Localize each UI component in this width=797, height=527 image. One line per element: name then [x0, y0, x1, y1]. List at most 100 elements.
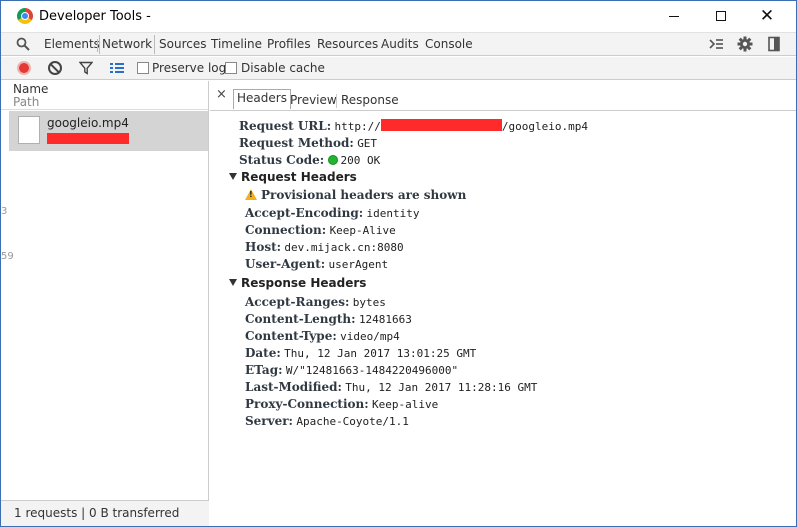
header-row: Last-Modified: Thu, 12 Jan 2017 11:28:16…	[245, 380, 537, 394]
detail-tab-bar: × Headers Preview Response	[210, 81, 796, 111]
large-rows-icon[interactable]	[109, 61, 125, 75]
tab-preview[interactable]: Preview	[290, 93, 337, 107]
section-title: Request Headers	[241, 170, 357, 184]
tab-divider	[97, 39, 98, 52]
url-prefix: http://	[334, 120, 381, 133]
network-toolbar: Preserve log Disable cache	[1, 57, 796, 80]
response-headers-section[interactable]: Response Headers	[229, 276, 366, 290]
tab-headers[interactable]: Headers	[233, 89, 291, 109]
redacted-path	[47, 133, 129, 144]
status-code-row: Status Code: 200 OK	[239, 153, 380, 167]
header-row: Server: Apache-Coyote/1.1	[245, 414, 409, 428]
warning-icon	[245, 189, 257, 200]
gear-icon[interactable]	[737, 36, 753, 52]
header-key: ETag:	[245, 363, 283, 377]
header-value: userAgent	[328, 258, 389, 271]
tab-audits[interactable]: Audits	[381, 37, 419, 51]
chrome-logo-icon	[17, 8, 33, 24]
redacted-host	[380, 119, 502, 131]
tab-sources[interactable]: Sources	[159, 37, 206, 51]
header-key: Connection:	[245, 223, 327, 237]
tab-elements[interactable]: Elements	[44, 37, 100, 51]
request-method-row: Request Method: GET	[239, 136, 377, 150]
header-value: GET	[357, 137, 378, 150]
dock-icon[interactable]	[766, 36, 782, 52]
expand-triangle-icon	[229, 173, 237, 180]
disable-cache-label: Disable cache	[241, 61, 325, 75]
request-list: Name Path googleio.mp4 3 59	[1, 81, 209, 500]
request-url-row: Request URL: http:// /googleio.mp4	[239, 119, 588, 133]
transfer-summary: 1 requests | 0 B transferred	[14, 506, 180, 520]
panel-tab-bar: Elements Network Sources Timeline Profil…	[1, 32, 796, 56]
header-value: Apache-Coyote/1.1	[296, 415, 409, 428]
header-row: Proxy-Connection: Keep-alive	[245, 397, 438, 411]
section-title: Response Headers	[241, 276, 367, 290]
header-key: Status Code:	[239, 153, 325, 167]
drawer-toggle-icon[interactable]	[708, 36, 724, 52]
tab-console[interactable]: Console	[425, 37, 473, 51]
minimize-icon	[669, 15, 679, 17]
header-row: ETag: W/"12481663-1484220496000"	[245, 363, 458, 377]
table-row[interactable]: googleio.mp4	[9, 111, 208, 151]
header-row: Host: dev.mijack.cn:8080	[245, 240, 404, 254]
tab-response[interactable]: Response	[341, 93, 399, 107]
gutter-number: 59	[1, 251, 14, 262]
clear-button[interactable]	[48, 61, 62, 75]
header-row: Accept-Ranges: bytes	[245, 295, 386, 309]
title-bar: Developer Tools - ✕	[1, 1, 796, 32]
header-key: Request URL:	[239, 119, 332, 133]
maximize-button[interactable]	[698, 1, 744, 31]
header-value: Keep-alive	[372, 398, 439, 411]
header-value: Thu, 12 Jan 2017 13:01:25 GMT	[284, 347, 477, 360]
header-value: Thu, 12 Jan 2017 11:28:16 GMT	[345, 381, 538, 394]
search-icon[interactable]	[16, 37, 30, 51]
request-headers-section[interactable]: Request Headers	[229, 170, 357, 184]
filter-icon[interactable]	[79, 61, 93, 75]
header-key: Date:	[245, 346, 281, 360]
warning-text: Provisional headers are shown	[261, 188, 467, 202]
header-row: Content-Type: video/mp4	[245, 329, 400, 343]
file-icon	[18, 116, 40, 144]
devtools-window: Developer Tools - ✕ Elements Network Sou…	[0, 0, 797, 527]
close-icon: ✕	[759, 6, 775, 26]
header-key: Accept-Encoding:	[245, 206, 364, 220]
request-name: googleio.mp4	[47, 116, 129, 130]
preserve-log-checkbox[interactable]	[137, 62, 149, 74]
header-row: Date: Thu, 12 Jan 2017 13:01:25 GMT	[245, 346, 476, 360]
header-row: Connection: Keep-Alive	[245, 223, 396, 237]
gutter-number: 3	[1, 206, 8, 217]
header-value: W/"12481663-1484220496000"	[285, 364, 459, 377]
column-header-name[interactable]: Name	[13, 82, 48, 96]
header-row: Accept-Encoding: identity	[245, 206, 419, 220]
tab-profiles[interactable]: Profiles	[267, 37, 311, 51]
status-ok-icon	[327, 155, 338, 165]
window-title: Developer Tools -	[39, 9, 151, 24]
header-value: 200 OK	[340, 154, 381, 167]
header-key: Content-Type:	[245, 329, 337, 343]
record-button[interactable]	[17, 61, 31, 75]
header-value: 12481663	[358, 313, 412, 326]
header-row: Content-Length: 12481663	[245, 312, 412, 326]
minimize-button[interactable]	[651, 1, 697, 31]
close-details-button[interactable]: ×	[216, 87, 227, 102]
close-window-button[interactable]: ✕	[744, 1, 790, 31]
provisional-warning: Provisional headers are shown	[245, 188, 466, 202]
status-bar: 1 requests | 0 B transferred	[1, 500, 209, 526]
header-key: Host:	[245, 240, 282, 254]
header-divider	[1, 109, 208, 110]
header-key: Proxy-Connection:	[245, 397, 369, 411]
header-key: Request Method:	[239, 136, 354, 150]
tab-network[interactable]: Network	[99, 35, 156, 54]
header-value: dev.mijack.cn:8080	[284, 241, 404, 254]
header-row: User-Agent: userAgent	[245, 257, 388, 271]
expand-triangle-icon	[229, 279, 237, 286]
disable-cache-checkbox[interactable]	[225, 62, 237, 74]
request-details: × Headers Preview Response Request URL: …	[210, 81, 796, 526]
column-header-path[interactable]: Path	[13, 95, 39, 109]
header-key: Content-Length:	[245, 312, 356, 326]
tab-resources[interactable]: Resources	[317, 37, 378, 51]
tab-timeline[interactable]: Timeline	[211, 37, 262, 51]
preserve-log-label: Preserve log	[152, 61, 227, 75]
header-key: Accept-Ranges:	[245, 295, 350, 309]
url-suffix: /googleio.mp4	[501, 120, 588, 133]
